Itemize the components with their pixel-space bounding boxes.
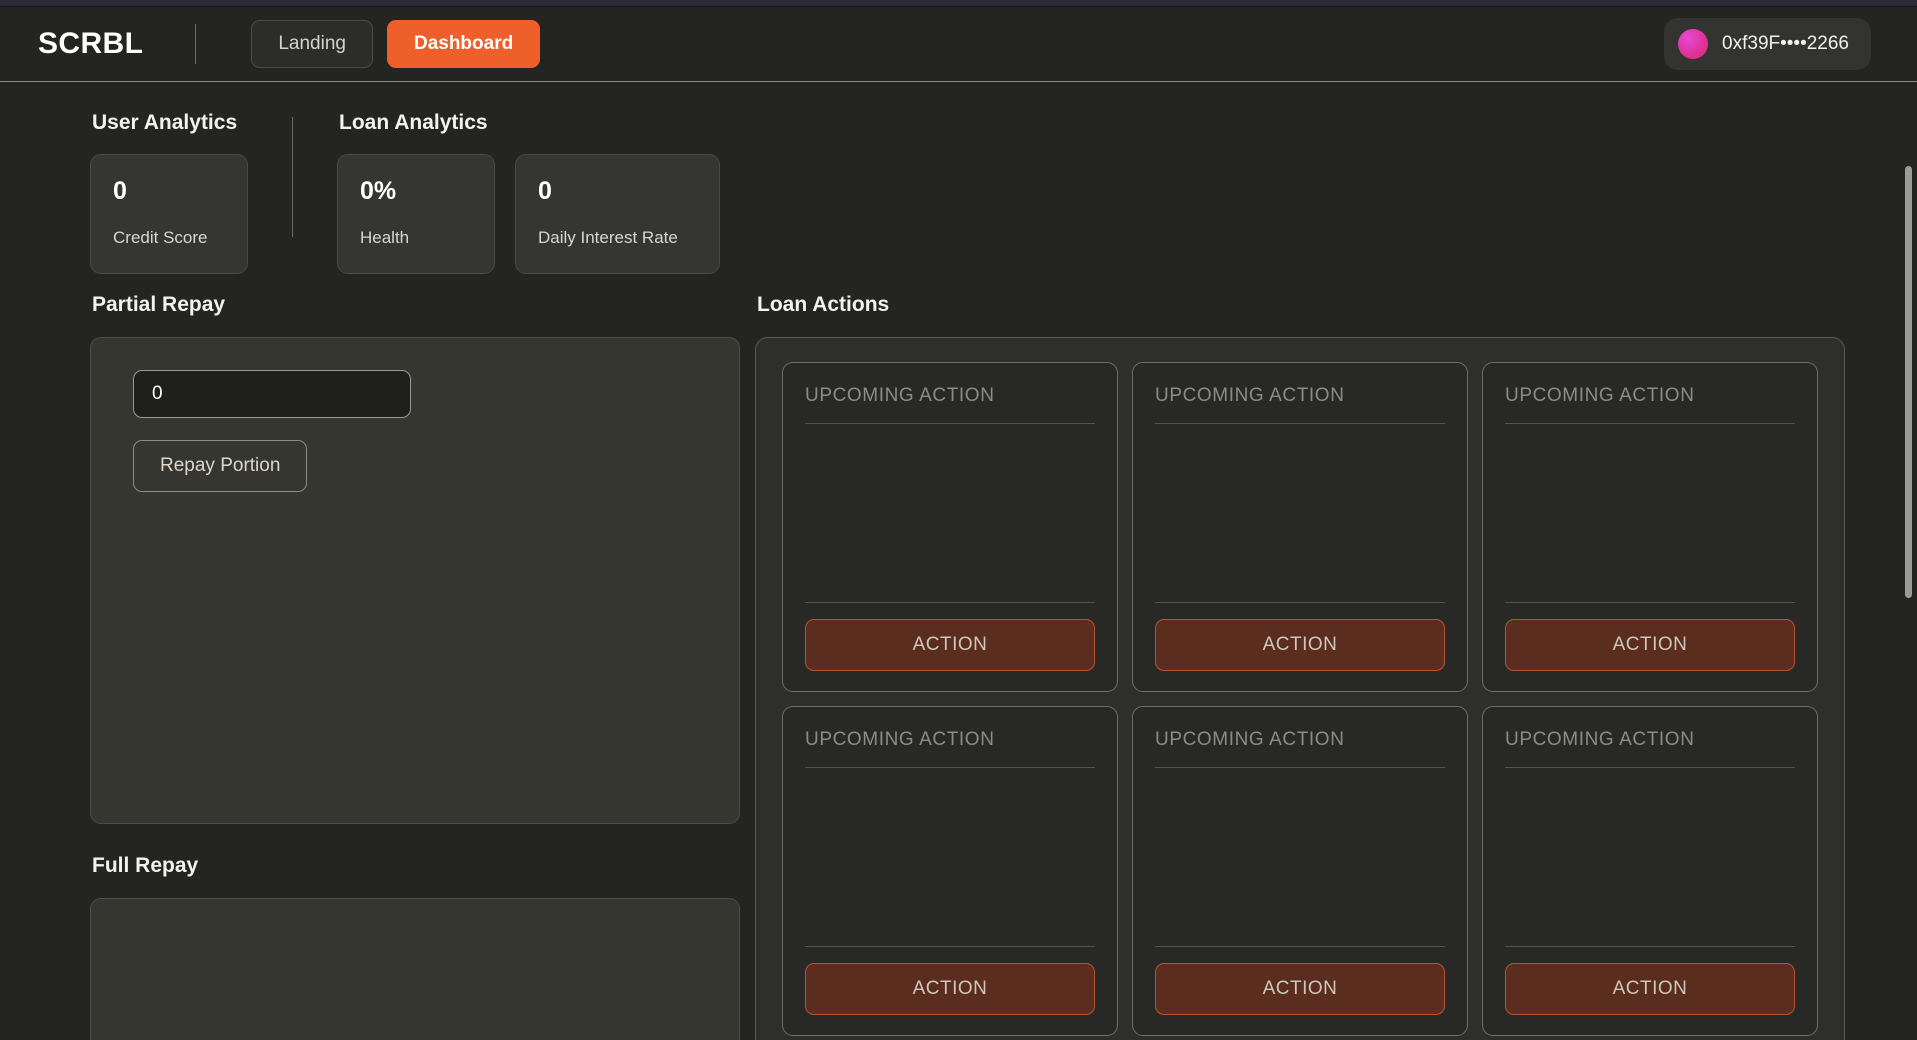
loan-action-button-wrap: ACTION [805,946,1095,1015]
loan-action-card-body [805,424,1095,602]
analytics-row: User Analytics 0 Credit Score Loan Analy… [90,111,720,274]
partial-repay-panel: Repay Portion [90,337,740,824]
partial-repay-amount-input[interactable] [133,370,411,418]
user-analytics-title: User Analytics [92,111,238,134]
loan-actions-column: Loan Actions UPCOMING ACTION ACTION UPCOMI… [755,293,1845,1040]
loan-action-button[interactable]: ACTION [1155,619,1445,671]
loan-action-card: UPCOMING ACTION ACTION [782,706,1118,1036]
loan-analytics-group: Loan Analytics 0% Health 0 Daily Interes… [337,111,720,274]
loan-analytics-cards: 0% Health 0 Daily Interest Rate [337,154,720,274]
loan-action-card: UPCOMING ACTION ACTION [1482,706,1818,1036]
user-analytics-cards: 0 Credit Score [90,154,248,274]
stat-card-health: 0% Health [337,154,495,274]
stat-card-credit-score: 0 Credit Score [90,154,248,274]
loan-action-card-body [1505,424,1795,602]
header-divider [195,24,197,64]
loan-action-card-title: UPCOMING ACTION [1505,385,1795,424]
loan-action-button-wrap: ACTION [1505,602,1795,671]
analytics-group-divider [292,117,293,237]
stat-label: Credit Score [113,228,208,247]
nav-item-dashboard[interactable]: Dashboard [386,20,541,68]
loan-action-card-title: UPCOMING ACTION [805,729,1095,768]
loan-action-button[interactable]: ACTION [805,619,1095,671]
loan-action-card-title: UPCOMING ACTION [1155,729,1445,768]
loan-action-button-wrap: ACTION [1155,602,1445,671]
loan-action-button-wrap: ACTION [1155,946,1445,1015]
loan-action-card: UPCOMING ACTION ACTION [782,362,1118,692]
loan-action-button[interactable]: ACTION [805,963,1095,1015]
loan-action-card: UPCOMING ACTION ACTION [1132,362,1468,692]
wallet-chip[interactable]: 0xf39F••••2266 [1664,18,1871,70]
stat-value: 0 [113,177,127,205]
stat-value: 0 [538,177,552,205]
main-nav: Landing Dashboard [251,20,541,68]
loan-actions-title: Loan Actions [757,293,890,316]
stat-card-daily-interest-rate: 0 Daily Interest Rate [515,154,720,274]
loan-action-card: UPCOMING ACTION ACTION [1132,706,1468,1036]
user-analytics-group: User Analytics 0 Credit Score [90,111,248,274]
page-scrollbar[interactable] [1903,166,1914,1040]
app-header: SCRBL Landing Dashboard 0xf39F••••2266 [0,7,1917,82]
full-repay-panel [90,898,740,1040]
loan-action-card-title: UPCOMING ACTION [805,385,1095,424]
repay-column: Partial Repay Repay Portion Full Repay [90,293,740,1040]
loan-action-button-wrap: ACTION [1505,946,1795,1015]
wallet-avatar-icon [1678,29,1709,59]
loan-action-card: UPCOMING ACTION ACTION [1482,362,1818,692]
stat-label: Health [360,228,410,247]
loan-action-card-body [1505,768,1795,946]
loan-action-card-title: UPCOMING ACTION [1155,385,1445,424]
partial-repay-title: Partial Repay [92,293,226,316]
loan-action-card-title: UPCOMING ACTION [1505,729,1795,768]
brand-logo: SCRBL [38,27,144,60]
loan-action-card-body [1155,424,1445,602]
loan-action-card-body [1155,768,1445,946]
loan-action-button[interactable]: ACTION [1155,963,1445,1015]
page-scrollbar-thumb[interactable] [1905,166,1912,598]
wallet-address: 0xf39F••••2266 [1722,33,1849,54]
full-repay-title: Full Repay [92,854,199,877]
nav-item-landing[interactable]: Landing [251,20,373,68]
loan-action-button[interactable]: ACTION [1505,963,1795,1015]
loan-action-card-body [805,768,1095,946]
main-content: User Analytics 0 Credit Score Loan Analy… [0,83,1917,1040]
loan-actions-grid: UPCOMING ACTION ACTION UPCOMING ACTION ACTI… [755,337,1845,1040]
loan-action-button[interactable]: ACTION [1505,619,1795,671]
stat-value: 0% [360,177,397,205]
browser-chrome-strip [0,0,1917,7]
stat-label: Daily Interest Rate [538,228,678,247]
loan-action-button-wrap: ACTION [805,602,1095,671]
repay-portion-button[interactable]: Repay Portion [133,440,308,492]
loan-analytics-title: Loan Analytics [339,111,488,134]
